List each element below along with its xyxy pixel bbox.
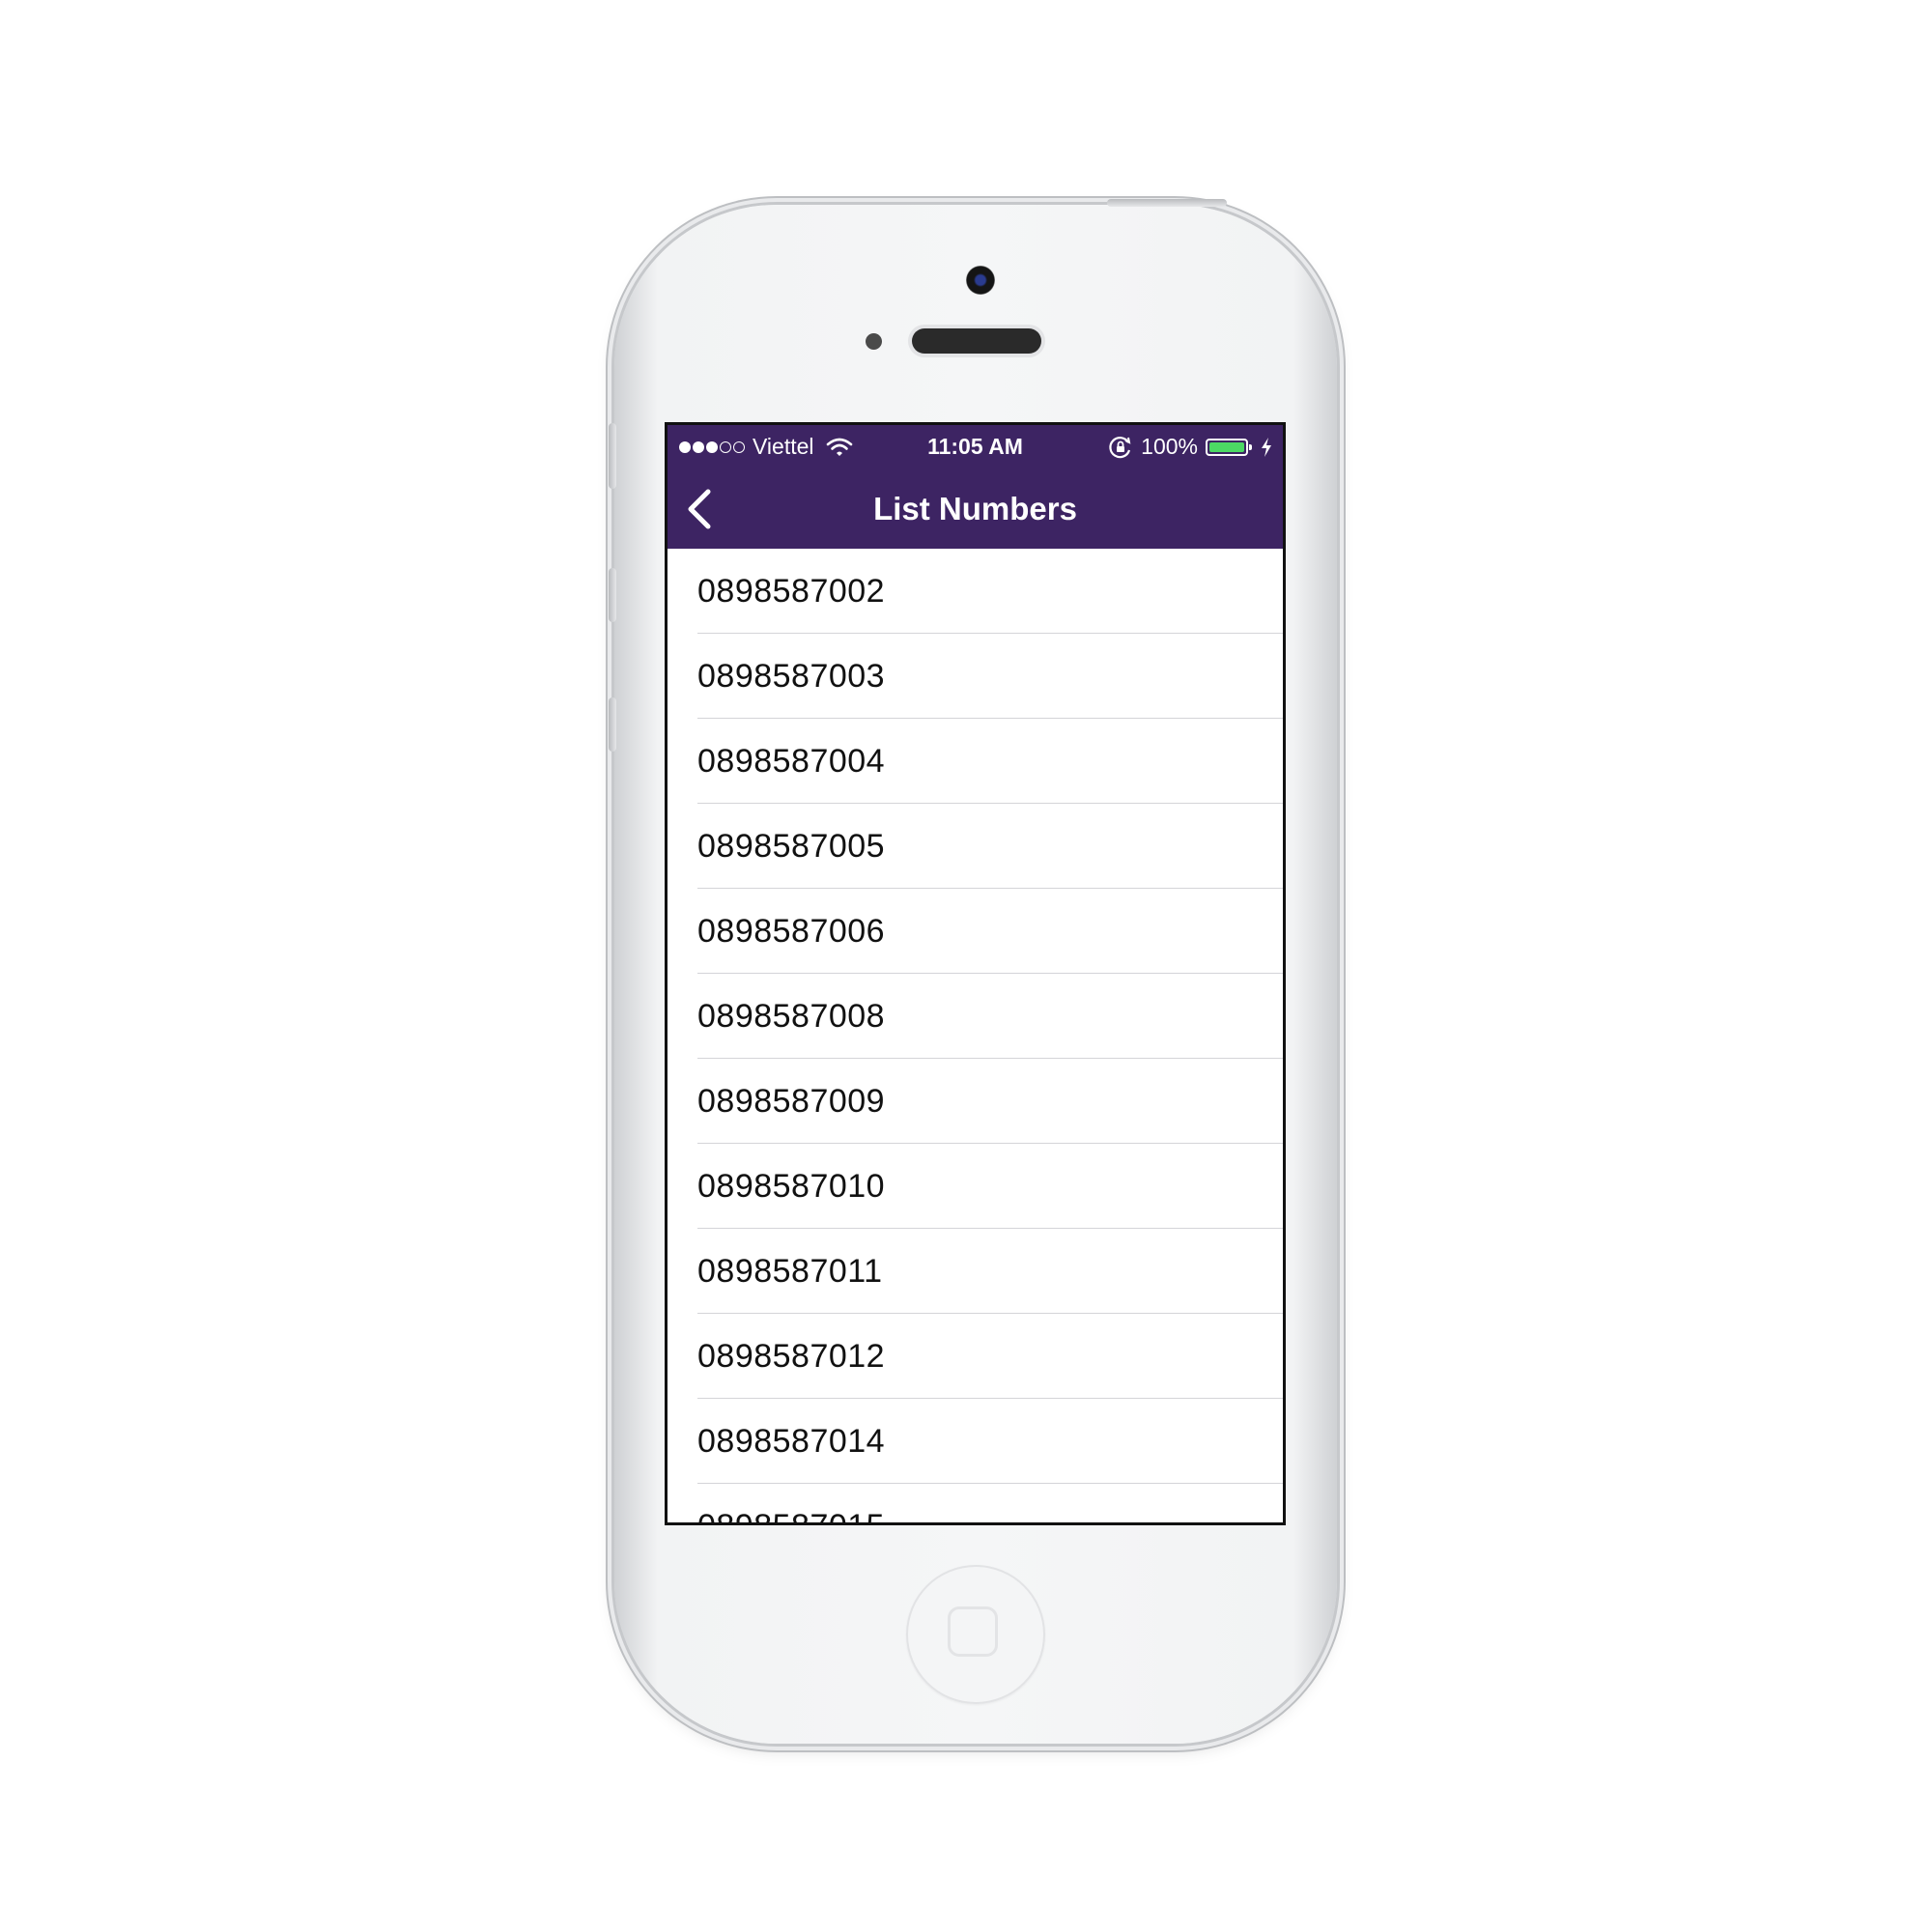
list-item[interactable]: 0898587003 (668, 634, 1283, 719)
volume-down-button (609, 697, 616, 752)
phone-number-label: 0898587012 (697, 1338, 886, 1375)
list-item[interactable]: 0898587008 (668, 974, 1283, 1059)
phone-number-label: 0898587009 (697, 1083, 886, 1120)
list-item[interactable]: 0898587002 (668, 549, 1283, 634)
phone-number-label: 0898587005 (697, 828, 886, 865)
power-button (1107, 199, 1227, 207)
list-item[interactable]: 0898587014 (668, 1399, 1283, 1484)
phone-number-label: 0898587002 (697, 573, 886, 610)
earpiece-speaker (912, 328, 1041, 354)
orientation-lock-icon (1109, 436, 1131, 458)
phone-number-label: 0898587003 (697, 658, 886, 695)
list-item[interactable]: 0898587006 (668, 889, 1283, 974)
list-item[interactable]: 0898587015 (668, 1484, 1283, 1522)
home-button-square-icon (948, 1606, 998, 1657)
phone-number-label: 0898587010 (697, 1168, 886, 1205)
front-camera (966, 266, 995, 295)
phone-number-label: 0898587004 (697, 743, 886, 780)
status-right: 100% (1108, 425, 1273, 469)
phone-screen: Viettel 11:05 AM 100% List Numbers 08985… (665, 422, 1286, 1525)
battery-icon (1206, 438, 1252, 456)
battery-percent: 100% (1141, 434, 1198, 459)
phone-number-label: 0898587014 (697, 1423, 886, 1460)
list-item[interactable]: 0898587009 (668, 1059, 1283, 1144)
phone-number-label: 0898587006 (697, 913, 886, 950)
list-item[interactable]: 0898587011 (668, 1229, 1283, 1314)
battery-level-fill (1209, 441, 1244, 452)
proximity-sensor (866, 333, 882, 350)
navigation-bar: List Numbers (668, 469, 1283, 549)
phone-number-label: 0898587011 (697, 1253, 883, 1290)
list-item[interactable]: 0898587012 (668, 1314, 1283, 1399)
list-item[interactable]: 0898587010 (668, 1144, 1283, 1229)
number-list[interactable]: 0898587002 0898587003 0898587004 0898587005… (668, 549, 1283, 1522)
list-item[interactable]: 0898587004 (668, 719, 1283, 804)
mute-switch (609, 423, 616, 489)
page-title: List Numbers (873, 491, 1077, 526)
phone-number-label: 0898587008 (697, 998, 886, 1035)
charging-bolt-icon (1262, 437, 1271, 457)
phone-number-label: 0898587015 (697, 1484, 885, 1522)
volume-up-button (609, 568, 616, 622)
status-bar: Viettel 11:05 AM 100% (668, 425, 1283, 469)
list-item[interactable]: 0898587005 (668, 804, 1283, 889)
